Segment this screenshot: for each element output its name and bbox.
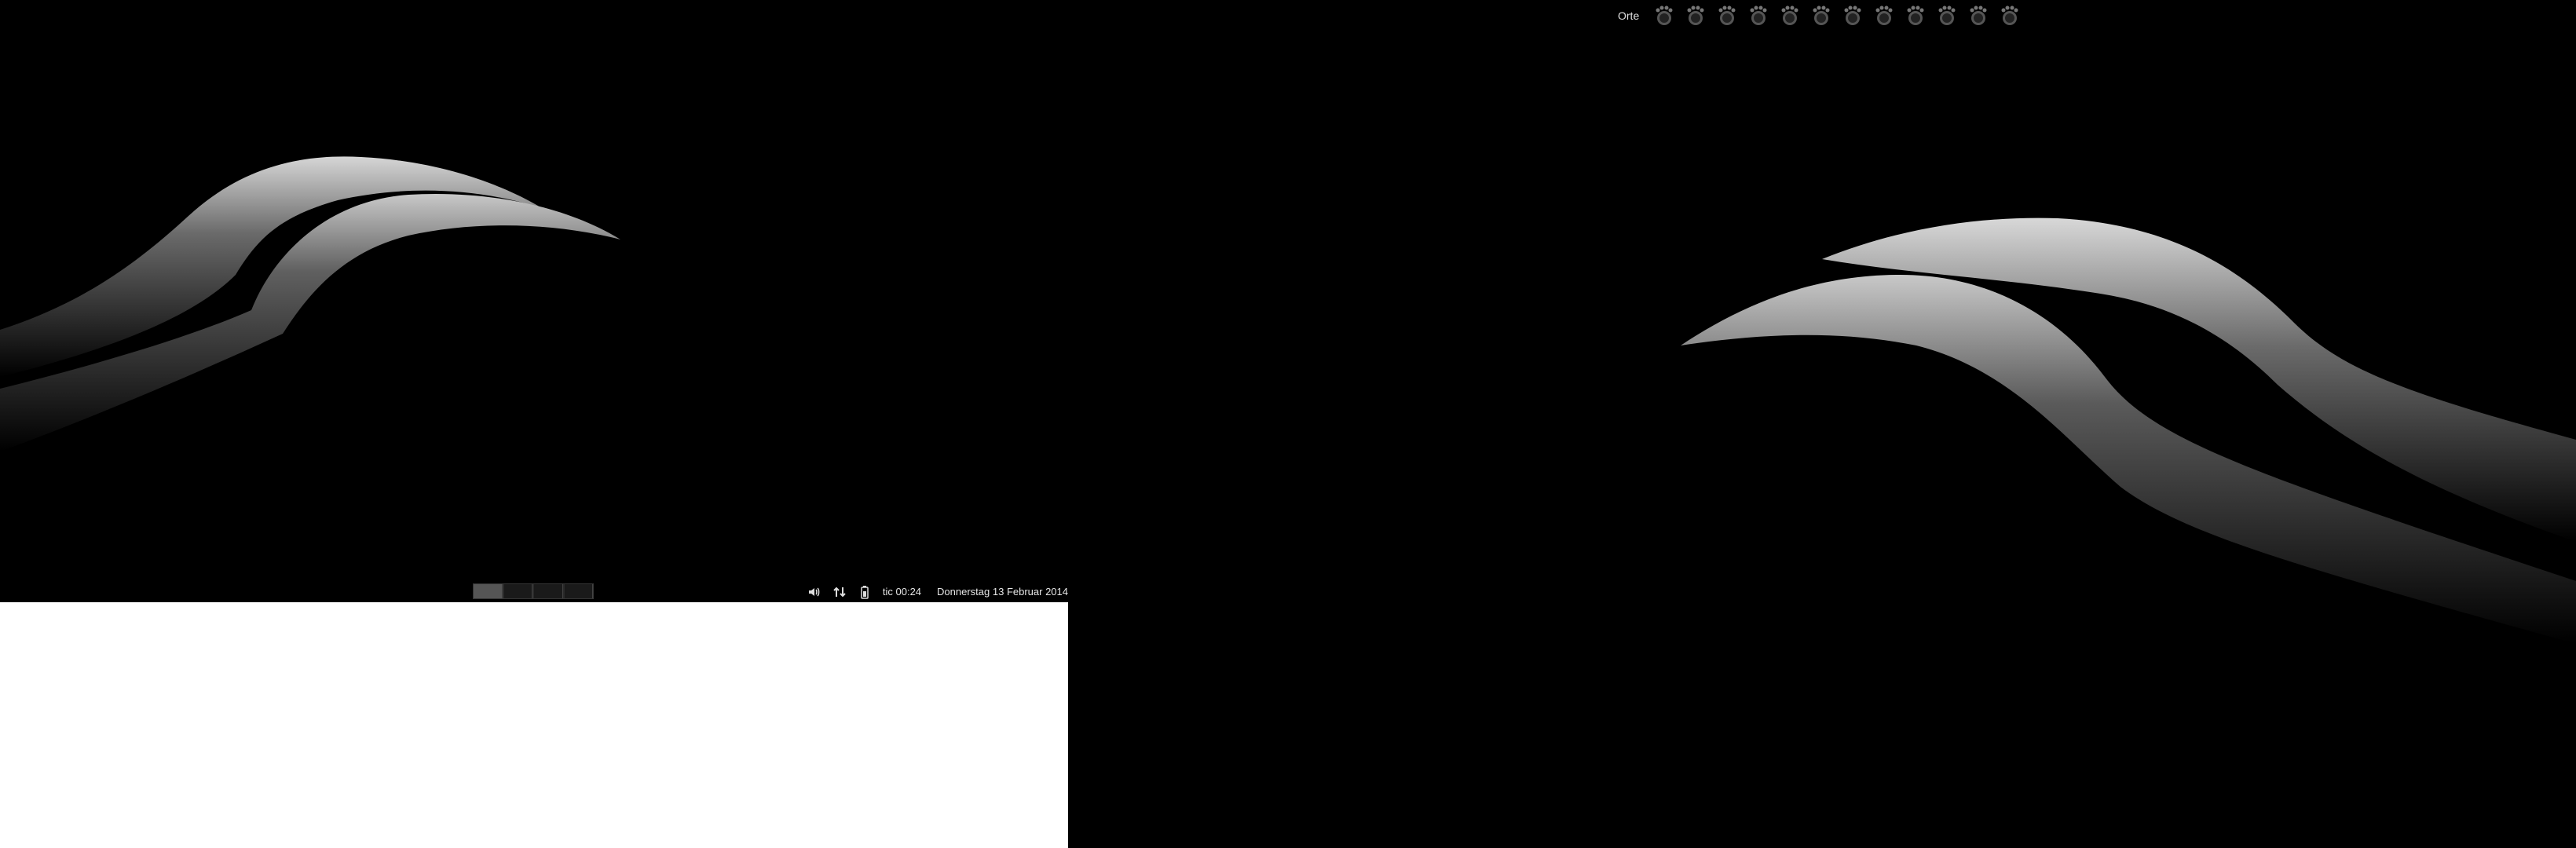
workspace-4[interactable] <box>564 584 593 598</box>
gnome-foot-icon <box>1718 5 1736 25</box>
gnome-foot-icon <box>1938 5 1956 25</box>
launcher-3[interactable] <box>1713 2 1741 30</box>
wallpaper-left <box>0 0 1068 602</box>
launcher-8[interactable] <box>1870 2 1898 30</box>
workspace-1[interactable] <box>474 584 503 598</box>
launcher-6[interactable] <box>1807 2 1835 30</box>
gnome-foot-icon <box>1907 5 1924 25</box>
launcher-11[interactable] <box>1964 2 1992 30</box>
top-panel: Orte <box>1618 2 2024 30</box>
bottom-panel: tic 00:24 Donnerstag 13 Februar 2014 <box>0 581 1068 602</box>
launcher-4[interactable] <box>1744 2 1773 30</box>
desktop: tic 00:24 Donnerstag 13 Februar 2014 Ort… <box>0 0 2576 848</box>
gnome-foot-icon <box>2001 5 2018 25</box>
workspace-2[interactable] <box>503 584 532 598</box>
launcher-2[interactable] <box>1681 2 1710 30</box>
places-menu[interactable]: Orte <box>1618 9 1639 22</box>
speaker-icon[interactable] <box>807 585 821 599</box>
gnome-foot-icon <box>1750 5 1767 25</box>
right-monitor <box>1068 0 2576 848</box>
gnome-foot-icon <box>1656 5 1673 25</box>
gnome-foot-icon <box>1781 5 1798 25</box>
workspace-3[interactable] <box>534 584 563 598</box>
launcher-7[interactable] <box>1839 2 1867 30</box>
system-tray: tic 00:24 Donnerstag 13 Februar 2014 <box>807 581 1068 602</box>
battery-icon[interactable] <box>858 585 872 599</box>
gnome-foot-icon <box>1970 5 1987 25</box>
date-text[interactable]: Donnerstag 13 Februar 2014 <box>937 586 1068 598</box>
launcher-9[interactable] <box>1901 2 1930 30</box>
launcher-12[interactable] <box>1996 2 2024 30</box>
workspace-pager[interactable] <box>473 583 594 599</box>
wallpaper-right <box>1068 0 2576 848</box>
launcher-5[interactable] <box>1776 2 1804 30</box>
gnome-foot-icon <box>1875 5 1893 25</box>
launcher-1[interactable] <box>1650 2 1678 30</box>
timer-text[interactable]: tic 00:24 <box>883 586 921 598</box>
gnome-foot-icon <box>1687 5 1704 25</box>
left-monitor: tic 00:24 Donnerstag 13 Februar 2014 <box>0 0 1068 602</box>
gnome-foot-icon <box>1844 5 1861 25</box>
blank-area <box>0 602 1068 848</box>
launcher-10[interactable] <box>1933 2 1961 30</box>
gnome-foot-icon <box>1813 5 1830 25</box>
network-arrows-icon[interactable] <box>832 585 847 599</box>
